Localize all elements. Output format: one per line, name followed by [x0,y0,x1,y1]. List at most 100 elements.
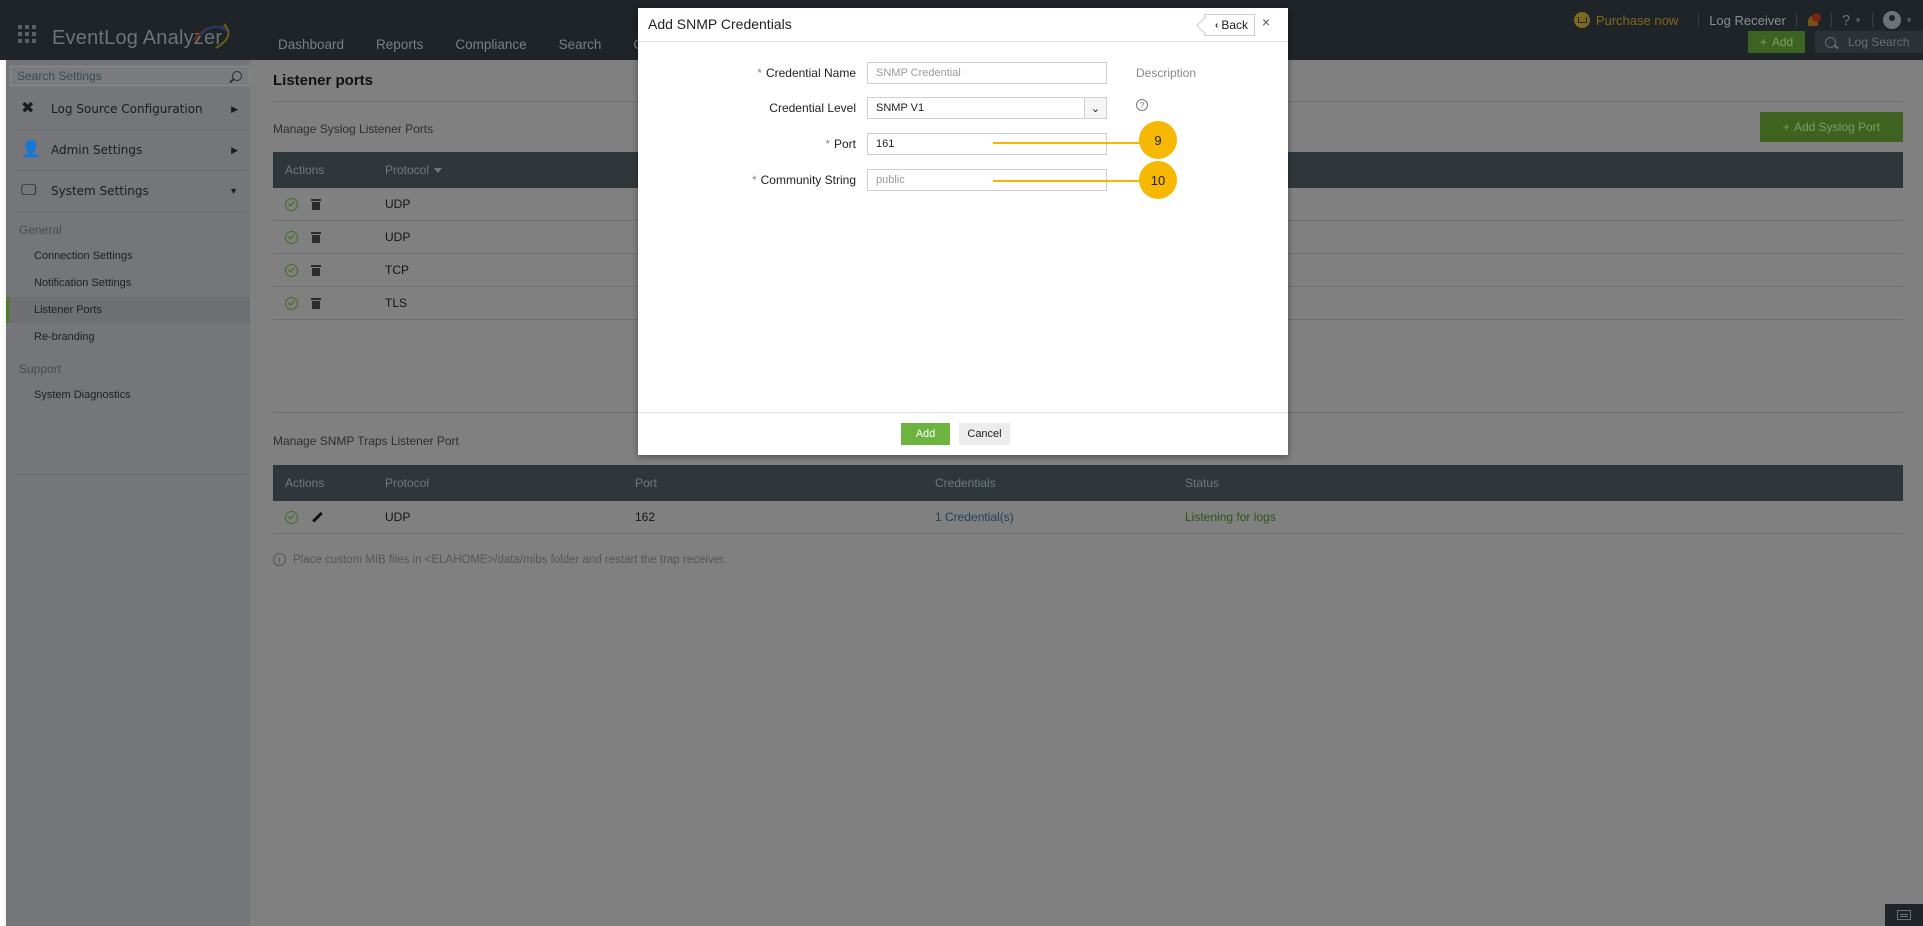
chevron-down-icon: ▼ [1854,15,1863,25]
enabled-check-icon[interactable] [285,296,298,310]
help-icon[interactable]: ? [1136,99,1148,111]
sidebar-item-system-diagnostics[interactable]: System Diagnostics [6,382,250,408]
divider [1830,13,1832,27]
purchase-now-link[interactable]: Purchase now [1573,12,1679,28]
log-search-label: Log Search [1848,35,1910,49]
logo-arc-icon [193,23,230,49]
credential-level-label: Credential Level [769,101,856,115]
plus-icon: + [1782,120,1790,134]
delete-icon[interactable] [311,232,321,243]
syslog-section-label: Manage Syslog Listener Ports [273,122,434,136]
user-avatar-icon[interactable] [1883,11,1902,29]
table-header: Actions Protocol Port Credentials Status [273,465,1903,501]
protocol-cell: UDP [385,230,411,244]
sidebar-menu-log-source-configuration[interactable]: ✖ Log Source Configuration ▶ [16,89,246,130]
chat-icon [1897,910,1911,920]
enabled-check-icon[interactable] [285,263,298,277]
log-receiver-link[interactable]: Log Receiver [1709,13,1786,28]
quick-add-button[interactable]: + Add [1748,31,1805,53]
protocol-cell: UDP [385,197,411,211]
column-header-protocol-label: Protocol [385,163,430,177]
plus-icon: + [1759,35,1767,49]
info-icon: i [273,553,286,566]
community-string-row: * Community String [638,169,1288,191]
purchase-label: Purchase now [1595,12,1679,28]
add-snmp-credentials-dialog: Add SNMP Credentials ‹ Back × * Credentia… [638,8,1288,455]
sidebar-section-general: General [19,223,62,237]
back-label: Back [1221,18,1249,32]
column-header-protocol[interactable]: Protocol [385,163,635,177]
community-string-label: * Community String [751,173,856,187]
help-menu[interactable]: ? [1842,12,1850,29]
tools-icon: ✖ [21,100,35,117]
column-header-credentials: Credentials [935,476,996,490]
apps-grid-icon[interactable] [18,25,36,43]
credential-name-label: * Credential Name [757,66,856,80]
divider [1872,13,1874,27]
port-row: * Port [638,133,1288,155]
enabled-check-icon[interactable] [285,197,298,211]
nav-compliance[interactable]: Compliance [455,37,526,52]
credential-level-select[interactable]: SNMP V1 ⌄ [867,97,1107,119]
back-button[interactable]: ‹ Back [1204,14,1256,36]
port-cell: 162 [635,510,656,524]
sidebar-item-re-branding[interactable]: Re-branding [6,324,250,350]
settings-sidebar: Search Settings ✖ Log Source Configurati… [3,60,250,926]
port-input[interactable] [867,133,1107,155]
description-link[interactable]: Description [1136,66,1196,80]
close-button[interactable]: × [1262,14,1270,30]
search-settings-input[interactable]: Search Settings [10,66,250,86]
delete-icon[interactable] [311,298,321,309]
port-label: * Port [825,137,856,151]
cancel-button[interactable]: Cancel [959,423,1010,445]
add-button[interactable]: Add [901,423,950,445]
log-search-button[interactable]: Log Search [1815,31,1923,53]
sort-caret-icon [434,167,443,173]
chevron-right-icon: ▶ [231,144,238,155]
snmp-ports-table: Actions Protocol Port Credentials Status… [273,465,1903,534]
sidebar-item-connection-settings[interactable]: Connection Settings [6,243,250,269]
chevron-right-icon: ▶ [231,103,238,114]
delete-icon[interactable] [311,265,321,276]
enabled-check-icon[interactable] [285,510,298,524]
column-header-actions: Actions [285,476,325,490]
credential-level-value: SNMP V1 [876,102,925,114]
protocol-cell: UDP [385,510,411,524]
add-syslog-port-button[interactable]: + Add Syslog Port [1760,112,1903,142]
divider [1795,13,1797,27]
sidebar-divider [16,474,246,475]
monitor-gear-icon: 🖵 [21,182,37,199]
search-icon[interactable] [232,71,242,81]
table-row: UDP 162 1 Credential(s) Listening for lo… [273,501,1903,534]
chevron-down-icon: ▼ [1905,15,1913,25]
cart-icon [1573,12,1590,28]
protocol-cell: TCP [385,263,409,277]
nav-search[interactable]: Search [559,37,602,52]
annotation-line [993,180,1143,182]
top-right-toolbar: Purchase now Log Receiver ? ▼ ▼ [1573,10,1923,30]
credential-name-input[interactable] [867,62,1107,84]
dialog-title: Add SNMP Credentials [648,16,792,32]
chevron-down-icon: ▼ [229,186,238,196]
edit-icon[interactable] [312,512,322,522]
notification-bell-icon[interactable] [1807,13,1821,27]
chat-button[interactable] [1885,904,1923,926]
sidebar-item-listener-ports[interactable]: Listener Ports [6,297,250,323]
mib-note-text: Place custom MIB files in <ELAHOME>/data… [293,553,727,566]
credentials-link[interactable]: 1 Credential(s) [935,510,1014,524]
chevron-down-icon[interactable]: ⌄ [1084,98,1106,118]
delete-icon[interactable] [311,199,321,210]
column-header-status: Status [1185,476,1220,490]
sidebar-item-notification-settings[interactable]: Notification Settings [6,270,250,296]
sidebar-menu-system-settings[interactable]: 🖵 System Settings ▼ [16,171,246,212]
search-settings-placeholder: Search Settings [17,69,102,83]
column-header-actions: Actions [285,163,325,177]
nav-reports[interactable]: Reports [376,37,423,52]
sidebar-menu-label: Log Source Configuration [51,102,203,116]
enabled-check-icon[interactable] [285,230,298,244]
admin-gear-icon: 👤 [21,141,41,158]
sidebar-menu-admin-settings[interactable]: 👤 Admin Settings ▶ [16,130,246,171]
column-header-protocol: Protocol [385,476,430,490]
nav-dashboard[interactable]: Dashboard [278,37,344,52]
add-label: Add [1771,35,1794,49]
